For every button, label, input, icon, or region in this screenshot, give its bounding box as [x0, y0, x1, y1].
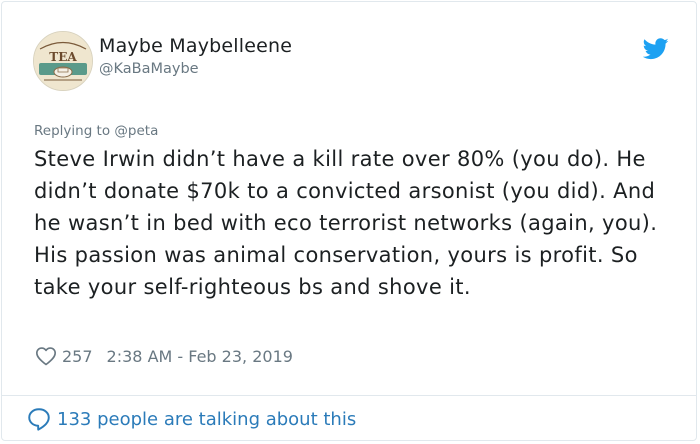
divider — [2, 395, 696, 396]
author-handle[interactable]: @KaBaMaybe — [99, 61, 199, 77]
twitter-bird-icon[interactable] — [643, 38, 669, 60]
tweet-meta: 257 2:38 AM - Feb 23, 2019 — [35, 345, 293, 367]
heart-icon[interactable] — [35, 345, 57, 367]
tweet-text: Steve Irwin didn’t have a kill rate over… — [34, 147, 658, 299]
avatar-tea-logo: TEA — [34, 32, 92, 90]
replying-to[interactable]: Replying to @peta — [34, 123, 158, 139]
conversation-link[interactable]: 133 people are talking about this — [26, 406, 356, 432]
avatar[interactable]: TEA — [33, 31, 93, 91]
timestamp[interactable]: 2:38 AM - Feb 23, 2019 — [107, 347, 293, 366]
svg-text:TEA: TEA — [49, 50, 77, 64]
speech-bubble-icon — [28, 408, 50, 431]
author-name[interactable]: Maybe Maybelleene — [99, 35, 292, 57]
tweet-card: TEA Maybe Maybelleene @KaBaMaybe Replyin… — [1, 1, 697, 441]
like-count[interactable]: 257 — [62, 347, 93, 366]
conversation-text: 133 people are talking about this — [57, 408, 357, 430]
